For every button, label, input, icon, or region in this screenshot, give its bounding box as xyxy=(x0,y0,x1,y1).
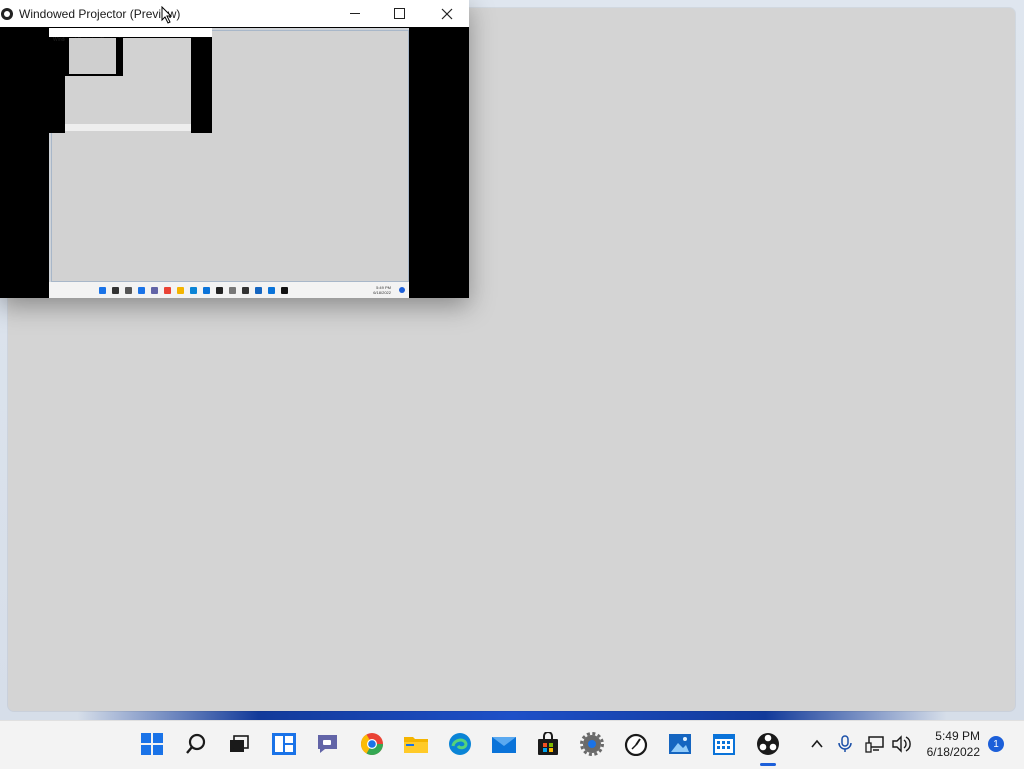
projector-window[interactable]: Windowed Projector (Preview) 5:49 PM 6/1… xyxy=(0,0,469,298)
start-button[interactable] xyxy=(139,731,165,757)
mini-start-icon xyxy=(99,286,106,294)
active-app-indicator xyxy=(760,763,776,766)
widgets-icon xyxy=(272,733,296,755)
projector-preview: 5:49 PM 6/18/2022 Windowed Projector (Pr… xyxy=(49,28,409,298)
mini-obs-icon xyxy=(281,286,288,294)
mini-date: 6/18/2022 xyxy=(373,290,391,295)
clock-date: 6/18/2022 xyxy=(926,745,980,759)
volume-button[interactable] xyxy=(888,731,914,757)
chat-icon xyxy=(318,735,337,753)
task-view-icon xyxy=(230,735,249,752)
obs-button[interactable] xyxy=(755,731,781,757)
photos-icon xyxy=(669,734,691,754)
clock-icon xyxy=(624,733,648,756)
nested-taskbar xyxy=(65,124,191,131)
file-explorer-icon xyxy=(404,737,428,753)
minimize-icon xyxy=(349,13,360,14)
edge-icon xyxy=(449,733,471,755)
mini-notification-badge xyxy=(399,287,405,293)
chrome-button[interactable] xyxy=(359,731,385,757)
mini-calendar-icon xyxy=(268,286,275,294)
projector-titlebar[interactable]: Windowed Projector (Preview) xyxy=(0,0,469,27)
mouse-cursor-icon xyxy=(161,6,173,24)
mini-chrome-icon xyxy=(164,286,171,294)
taskbar: 5:49 PM 6/18/2022 xyxy=(0,720,1024,769)
mini-clock-icon xyxy=(242,286,249,294)
clock-time: 5:49 PM xyxy=(935,729,980,743)
mail-icon xyxy=(492,737,516,753)
obs-icon xyxy=(1,7,13,20)
settings-icon xyxy=(580,732,604,756)
microphone-icon xyxy=(838,735,852,752)
widgets-button[interactable] xyxy=(271,731,297,757)
mini-widgets-icon xyxy=(138,286,145,294)
network-button[interactable] xyxy=(862,731,888,757)
mini-clock: 5:49 PM 6/18/2022 xyxy=(373,285,391,295)
window-title: Windowed Projector (Preview) xyxy=(19,6,181,21)
file-explorer-button[interactable] xyxy=(403,731,429,757)
notification-badge[interactable]: 1 xyxy=(988,736,1004,752)
store-button[interactable] xyxy=(535,731,561,757)
calendar-icon xyxy=(713,734,735,755)
task-view-button[interactable] xyxy=(225,731,251,757)
edge-button[interactable] xyxy=(447,731,473,757)
nested-titlebar: Windowed Projector (Preview) xyxy=(49,28,212,43)
close-button[interactable] xyxy=(424,0,469,27)
mini-chat-icon xyxy=(151,286,158,294)
clock-button[interactable] xyxy=(623,731,649,757)
maximize-button[interactable] xyxy=(377,0,422,27)
preview-taskbar: 5:49 PM 6/18/2022 xyxy=(49,282,409,298)
chrome-icon xyxy=(361,733,383,755)
chevron-up-icon xyxy=(811,739,823,748)
nested-projector-window-2 xyxy=(65,38,123,76)
microphone-button[interactable] xyxy=(832,731,858,757)
minimize-button[interactable] xyxy=(332,0,377,27)
mini-store-icon xyxy=(216,286,223,294)
mini-search-icon xyxy=(112,286,119,294)
search-icon xyxy=(186,733,206,754)
system-clock[interactable]: 5:49 PM 6/18/2022 xyxy=(918,728,980,760)
mini-photos-icon xyxy=(255,286,262,294)
volume-icon xyxy=(892,735,911,753)
settings-button[interactable] xyxy=(579,731,605,757)
close-icon xyxy=(441,8,452,19)
nested-preview-2 xyxy=(69,38,116,74)
mini-edge-icon xyxy=(190,286,197,294)
mini-explorer-icon xyxy=(177,286,184,294)
show-hidden-icons-button[interactable] xyxy=(804,731,830,757)
chat-button[interactable] xyxy=(315,731,341,757)
calendar-button[interactable] xyxy=(711,731,737,757)
mini-taskview-icon xyxy=(125,286,132,294)
nested-projector-window: Windowed Projector (Preview) xyxy=(49,28,212,133)
search-button[interactable] xyxy=(183,731,209,757)
mini-settings-icon xyxy=(229,286,236,294)
mini-mail-icon xyxy=(203,286,210,294)
photos-button[interactable] xyxy=(667,731,693,757)
store-icon xyxy=(538,732,558,755)
network-icon xyxy=(865,736,884,753)
maximize-icon xyxy=(394,8,405,19)
windows-logo-icon xyxy=(141,733,163,755)
mail-button[interactable] xyxy=(491,731,517,757)
obs-icon xyxy=(757,733,779,755)
